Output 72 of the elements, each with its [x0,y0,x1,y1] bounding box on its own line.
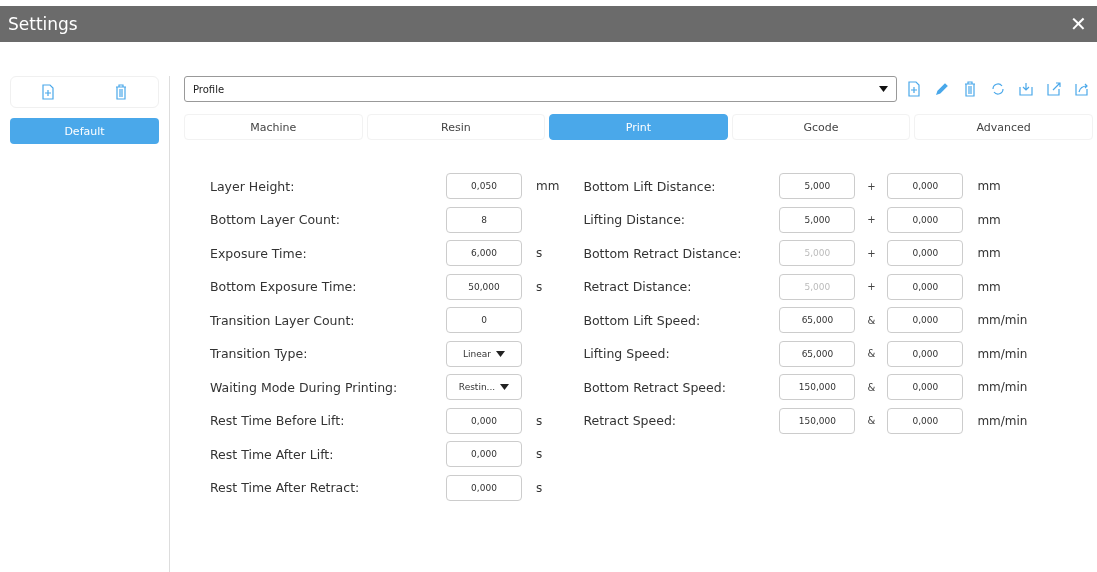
caret-icon [496,350,505,357]
input-field[interactable]: 5,000 [779,173,856,200]
joiner-symbol: + [866,281,877,293]
joiner-symbol: & [866,381,877,393]
input-field[interactable]: 150,000 [779,407,856,434]
unit-label: mm [977,246,1001,261]
unit-label: s [536,279,543,294]
input-field[interactable]: 50,000 [446,273,522,300]
field-label: Bottom Layer Count: [210,212,341,228]
unit-label: mm [536,179,560,194]
input-field[interactable]: 65,000 [779,340,856,367]
input-field[interactable]: 6,000 [446,240,522,267]
input-field[interactable]: 0,000 [446,441,522,468]
field-label: Exposure Time: [210,245,308,261]
unit-label: s [536,413,543,428]
field-label: Rest Time After Lift: [210,446,335,462]
unit-label: mm/min [977,380,1028,395]
close-button[interactable]: ✕ [1068,12,1089,36]
unit-label: mm/min [977,346,1028,361]
input-field[interactable]: 5,000 [779,206,856,233]
unit-label: mm/min [977,413,1028,428]
field-label: Retract Distance: [583,279,693,295]
joiner-symbol: + [866,214,877,226]
unit-label: mm [977,212,1001,227]
input-field[interactable]: 8 [446,206,522,233]
input-field[interactable]: 0,050 [446,173,522,200]
dropdown[interactable]: Linear [446,340,522,367]
tab[interactable]: Resin [366,114,546,140]
field-label: Transition Type: [210,346,309,362]
input-field[interactable]: 65,000 [779,307,856,334]
input-field[interactable]: 150,000 [779,374,856,401]
field-label: Bottom Lift Distance: [583,178,717,194]
input-field[interactable]: 0,000 [887,307,964,334]
joiner-symbol: & [866,314,877,326]
field-label: Rest Time After Retract: [210,480,361,496]
window-title: Settings [8,14,78,34]
field-label: Retract Speed: [583,413,678,429]
joiner-symbol: + [866,247,877,259]
input-field[interactable]: 0,000 [446,474,522,501]
unit-label: s [536,480,543,495]
field-label: Bottom Lift Speed: [583,312,702,328]
unit-label: mm [977,279,1001,294]
dropdown[interactable]: Restin... [446,374,522,401]
field-label: Bottom Retract Distance: [583,245,743,261]
input-field[interactable]: 0,000 [446,407,522,434]
tab[interactable]: Advanced [914,114,1093,140]
tab[interactable]: Machine [184,114,363,140]
input-field[interactable]: 0,000 [887,407,964,434]
field-label: Transition Layer Count: [210,312,356,328]
field-label: Bottom Exposure Time: [210,279,358,295]
caret-icon [500,384,510,391]
field-label: Bottom Retract Speed: [583,379,727,395]
tab[interactable]: Gcode [731,114,911,140]
input-field[interactable]: 0,000 [887,374,964,401]
field-label: Lifting Distance: [583,212,687,228]
input-field[interactable]: 0,000 [887,173,964,200]
joiner-symbol: + [866,180,877,192]
unit-label: s [536,246,543,261]
unit-label: s [536,447,543,462]
input-field[interactable]: 0,000 [887,206,964,233]
field-label: Layer Height: [210,178,296,194]
unit-label: mm/min [977,313,1028,328]
input-field[interactable]: 0,000 [887,340,964,367]
unit-label: mm [977,179,1001,194]
joiner-symbol: & [866,348,877,360]
input-field[interactable]: 0 [446,307,522,334]
caret-icon [879,86,888,92]
field-label: Lifting Speed: [583,346,671,362]
joiner-symbol: & [866,415,877,427]
profile-select[interactable]: Profile [184,76,897,102]
field-label: Waiting Mode During Printing: [210,379,399,395]
field-label: Rest Time Before Lift: [210,413,346,429]
